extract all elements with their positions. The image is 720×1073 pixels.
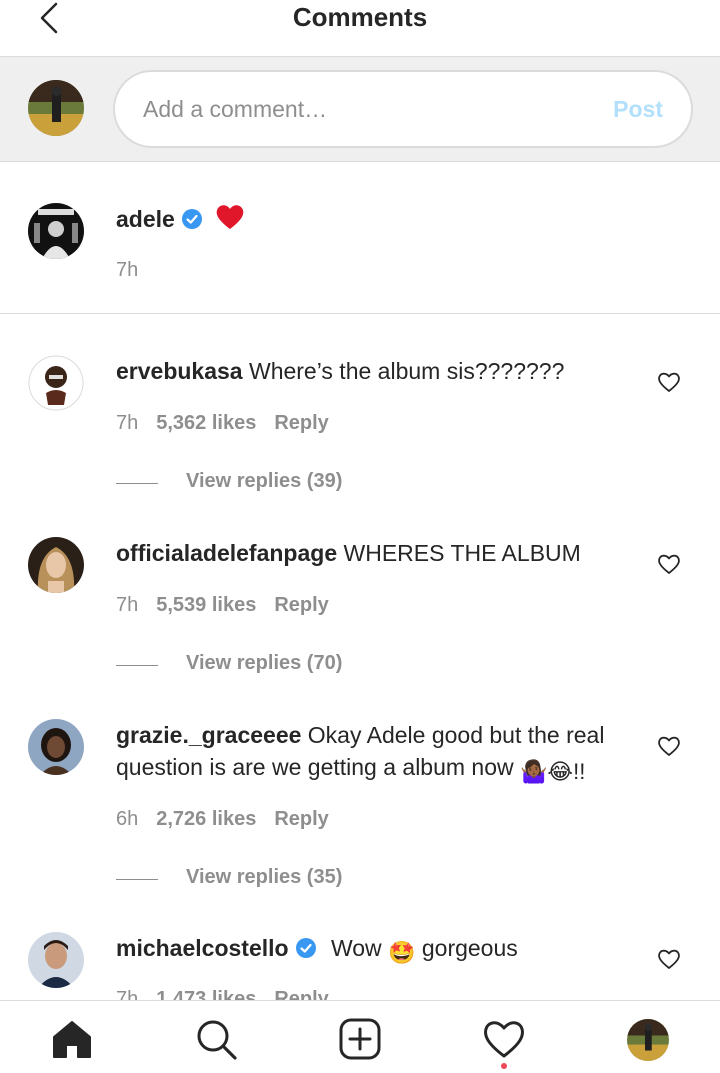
comment-text: michaelcostello Wow 🤩 gorgeous	[116, 932, 518, 969]
timestamp: 7h	[116, 259, 139, 281]
timestamp: 6h	[116, 808, 139, 830]
comment-body: gorgeous	[421, 935, 518, 961]
timestamp: 7h	[116, 988, 139, 1000]
username[interactable]: grazie._graceeee	[116, 722, 301, 748]
reply-button[interactable]: Reply	[274, 594, 328, 616]
new-post-icon[interactable]	[338, 1017, 382, 1061]
divider-dash	[116, 665, 158, 666]
like-heart-icon[interactable]	[656, 734, 682, 758]
caption-meta: 7h	[116, 259, 156, 282]
comment-input[interactable]	[143, 72, 573, 146]
comment-body: Okay Adele good but the real	[307, 722, 605, 748]
top-bar: Comments	[0, 0, 720, 57]
comment-body: Wow	[330, 935, 382, 961]
home-icon[interactable]	[50, 1017, 94, 1061]
shrug-laugh-emoji: 🤷🏾‍♀️😂!!	[520, 759, 586, 784]
comment-body: Where’s the album sis???????	[248, 358, 565, 384]
comment-text: officialadelefanpage WHERES THE ALBUM	[116, 537, 581, 569]
divider-dash	[116, 879, 158, 880]
comment-text-line-1: grazie._graceeee Okay Adele good but the…	[116, 719, 604, 751]
divider-dash	[116, 483, 158, 484]
comment-meta: 7h 1,473 likes Reply	[116, 988, 347, 1000]
comment-item-clipped: michaelcostello Wow 🤩 gorgeous 7h 1,473 l…	[0, 930, 720, 1000]
timestamp: 7h	[116, 594, 139, 616]
likes-count[interactable]: 2,726 likes	[156, 808, 256, 830]
avatar[interactable]	[28, 203, 84, 259]
caption-line: adele	[116, 203, 245, 235]
likes-count[interactable]: 5,362 likes	[156, 412, 256, 434]
reply-button[interactable]: Reply	[274, 412, 328, 434]
like-heart-icon[interactable]	[656, 947, 682, 971]
username[interactable]: officialadelefanpage	[116, 540, 337, 566]
avatar[interactable]	[28, 537, 84, 593]
comment-input-box: Post	[113, 70, 693, 148]
username[interactable]: adele	[116, 206, 175, 232]
verified-badge-icon	[295, 938, 316, 958]
bottom-nav	[0, 1000, 720, 1073]
notification-dot	[501, 1063, 507, 1069]
star-struck-emoji: 🤩	[388, 940, 416, 965]
like-heart-icon[interactable]	[656, 552, 682, 576]
verified-badge-icon	[181, 209, 202, 229]
comment-meta: 6h 2,726 likes Reply	[116, 808, 347, 831]
like-heart-icon[interactable]	[656, 370, 682, 394]
reply-button[interactable]: Reply	[274, 808, 328, 830]
activity-heart-icon[interactable]	[482, 1017, 526, 1061]
red-heart-emoji	[216, 205, 244, 229]
my-avatar	[28, 80, 84, 136]
likes-count[interactable]: 1,473 likes	[156, 988, 256, 1000]
search-icon[interactable]	[194, 1017, 238, 1061]
comment-text: ervebukasa Where’s the album sis???????	[116, 355, 564, 387]
view-replies-label: View replies (39)	[186, 470, 343, 492]
reply-button[interactable]: Reply	[274, 988, 328, 1000]
avatar[interactable]	[28, 355, 84, 411]
profile-avatar[interactable]	[627, 1019, 669, 1061]
comment-body: question is are we getting a album now	[116, 754, 514, 780]
username[interactable]: ervebukasa	[116, 358, 243, 384]
page-title: Comments	[292, 2, 428, 32]
post-button[interactable]: Post	[613, 96, 663, 123]
comment-meta: 7h 5,539 likes Reply	[116, 594, 347, 617]
likes-count[interactable]: 5,539 likes	[156, 594, 256, 616]
comment-meta: 7h 5,362 likes Reply	[116, 412, 347, 435]
comment-body: WHERES THE ALBUM	[343, 540, 581, 566]
view-replies-label: View replies (70)	[186, 652, 343, 674]
view-replies-label: View replies (35)	[186, 866, 343, 888]
username[interactable]: michaelcostello	[116, 935, 289, 961]
comment-text-line-2: question is are we getting a album now 🤷…	[116, 751, 585, 788]
avatar[interactable]	[28, 932, 84, 988]
post-caption: adele 7h	[0, 163, 720, 314]
timestamp: 7h	[116, 412, 139, 434]
avatar[interactable]	[28, 719, 84, 775]
comment-composer: Post	[0, 57, 720, 162]
